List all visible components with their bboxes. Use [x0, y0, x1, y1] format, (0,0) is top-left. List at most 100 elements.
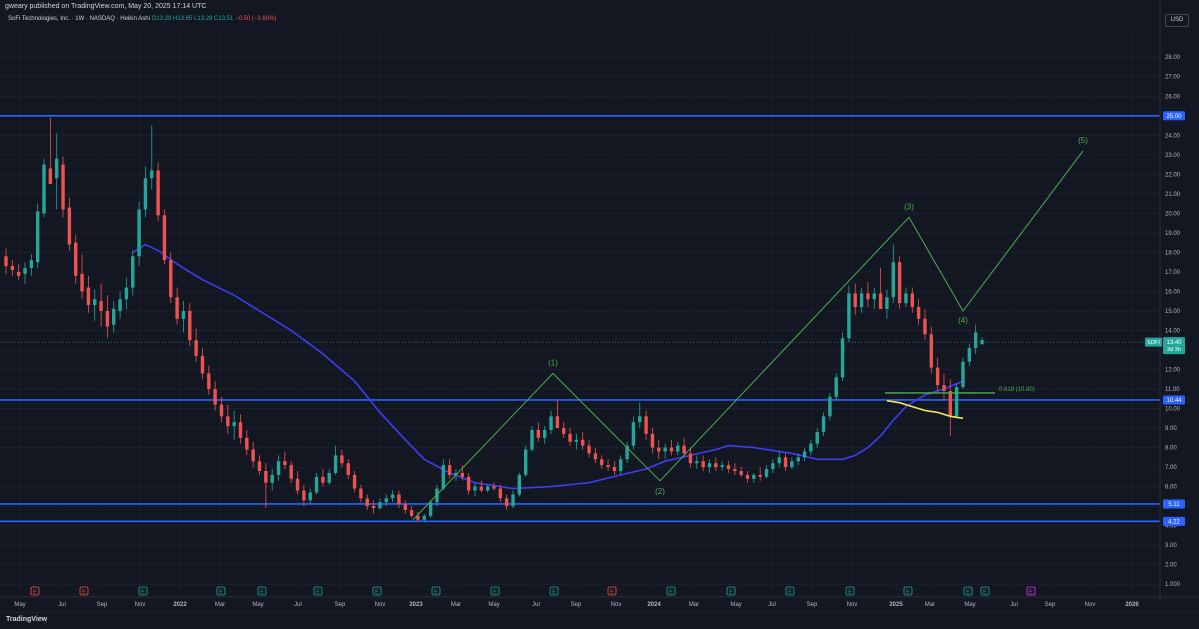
candle-body [219, 404, 224, 417]
candle-body [42, 164, 46, 214]
candle-body [74, 242, 78, 276]
y-tick-label: 14.00 [1165, 328, 1181, 334]
x-tick-label: May [488, 602, 499, 608]
x-tick-label: Mar [689, 602, 699, 608]
candle-body [175, 297, 179, 319]
wave-label: (1) [548, 358, 558, 367]
earnings-marker-label: E [316, 590, 320, 596]
candle-body [498, 488, 503, 499]
x-tick-label: Nov [1085, 602, 1096, 608]
candle-body [403, 504, 407, 511]
candle-body [916, 307, 921, 319]
x-tick-label: 2024 [647, 602, 661, 608]
candle-body [771, 463, 775, 470]
candle-body [143, 178, 148, 210]
candle-body [409, 510, 414, 516]
x-tick-label: Sep [807, 602, 818, 608]
candle-body [929, 334, 933, 368]
y-tick-label: 7.00 [1165, 465, 1177, 471]
y-tick-label: 28.00 [1165, 55, 1181, 61]
candle-body [428, 502, 433, 516]
candle-body [479, 486, 484, 491]
candle-body [517, 474, 522, 495]
bar-countdown: 3d 3h [1167, 347, 1181, 353]
x-tick-label: Nov [847, 602, 858, 608]
candle-body [840, 338, 845, 378]
x-tick-label: 2026 [1125, 602, 1139, 608]
candle-body [188, 310, 192, 341]
tradingview-logo[interactable]: TradingView [6, 616, 47, 623]
candle-body [733, 469, 737, 471]
candle-body [238, 422, 243, 438]
candle-body [897, 262, 902, 304]
candle-body [631, 422, 636, 446]
candle-body [321, 476, 325, 483]
x-tick-label: Mar [215, 602, 225, 608]
y-tick-label: 21.00 [1165, 192, 1181, 198]
candle-body [23, 268, 27, 274]
candle-body [314, 476, 319, 493]
earnings-marker-label: E [33, 590, 37, 596]
candle-body [473, 486, 477, 491]
candle-body [638, 416, 642, 423]
candle-body [422, 515, 426, 520]
candle-body [891, 262, 895, 298]
candle-body [834, 377, 838, 397]
x-tick-label: Jul [58, 602, 66, 608]
candle-body [162, 215, 167, 261]
candle-body [124, 287, 129, 300]
candle-body [600, 459, 604, 466]
candle-body [441, 465, 445, 489]
x-tick-label: May [252, 602, 263, 608]
y-tick-label: 6.00 [1165, 485, 1177, 491]
candle-body [485, 486, 490, 491]
x-tick-label: Jul [768, 602, 776, 608]
currency-button[interactable]: USD [1165, 14, 1189, 27]
candle-body [650, 433, 655, 448]
candle-body [207, 373, 211, 390]
candle-body [961, 361, 965, 388]
low-value: L13.29 [194, 16, 213, 22]
earnings-markers: EEEEEEEEEEEEEEEEEEE [30, 586, 1036, 596]
x-tick-label: May [14, 602, 25, 608]
level-price-label: 4.22 [1168, 519, 1180, 525]
candle-body [828, 396, 832, 417]
wave-label: (5) [1078, 136, 1088, 145]
earnings-marker-label: E [966, 590, 970, 596]
candle-body [707, 463, 712, 468]
x-tick-label: Sep [97, 602, 108, 608]
level-price-label: 25.00 [1166, 114, 1182, 120]
candle-body [257, 461, 262, 471]
symbol-name: SoFi Technologies, Inc. · 1W · NASDAQ · … [8, 16, 150, 22]
candle-body [99, 301, 103, 311]
x-tick-label: Sep [571, 602, 582, 608]
candle-body [105, 310, 110, 327]
candle-body [93, 299, 97, 306]
price-chart[interactable]: 0.618 (10.80) (1) (2) (3) (4) (5) 1.000 2.00 3… [0, 0, 1199, 628]
candle-body [657, 447, 661, 452]
x-tick-label: Sep [1045, 602, 1056, 608]
candle-body [289, 465, 293, 479]
candle-body [593, 453, 598, 460]
high-value: H13.65 [172, 16, 193, 22]
candle-body [340, 455, 344, 464]
time-axis[interactable]: May Jul Sep Nov 2022 Mar May Jul Sep Nov 2023 Mar Ma… [0, 596, 1199, 608]
wave-label: (2) [655, 487, 665, 496]
y-tick-label: 9.00 [1165, 426, 1177, 432]
candle-body [346, 463, 350, 475]
candle-body [973, 332, 978, 349]
candle-body [954, 387, 959, 417]
x-tick-label: May [964, 602, 975, 608]
candle-body [853, 293, 857, 308]
symbol-legend: SoFi Technologies, Inc. · 1W · NASDAQ · … [8, 16, 276, 22]
candle-body [574, 439, 579, 442]
candle-body [61, 164, 65, 210]
candle-body [460, 472, 465, 477]
candle-body [29, 260, 34, 269]
candle-body [466, 476, 471, 491]
candle-body [295, 478, 300, 491]
candle-body [783, 457, 788, 468]
candle-body [555, 416, 560, 429]
candle-body [866, 293, 870, 300]
candle-body [790, 461, 794, 468]
